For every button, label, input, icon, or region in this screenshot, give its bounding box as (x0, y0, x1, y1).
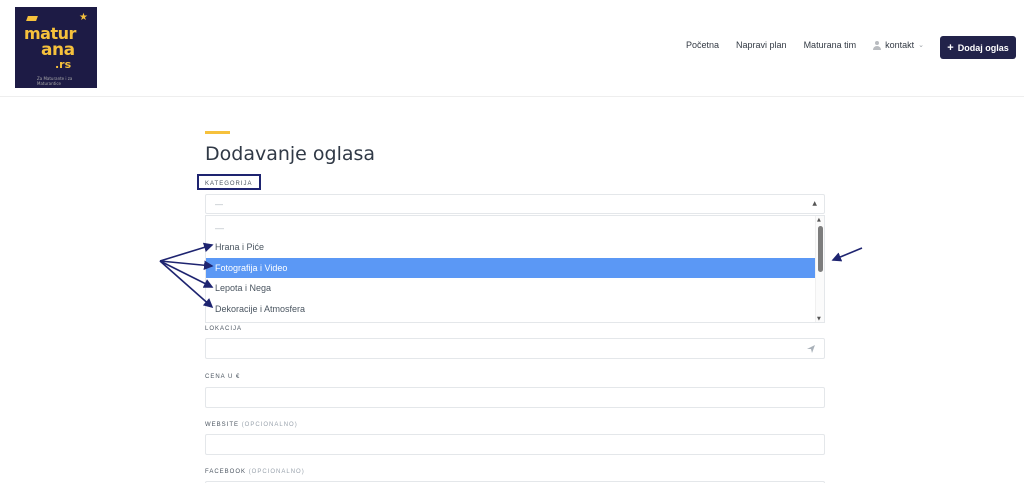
annotation-arrow (159, 260, 214, 309)
annotation-arrow (159, 242, 214, 262)
annotation-arrow (831, 247, 863, 262)
annotation-arrows (159, 242, 863, 309)
